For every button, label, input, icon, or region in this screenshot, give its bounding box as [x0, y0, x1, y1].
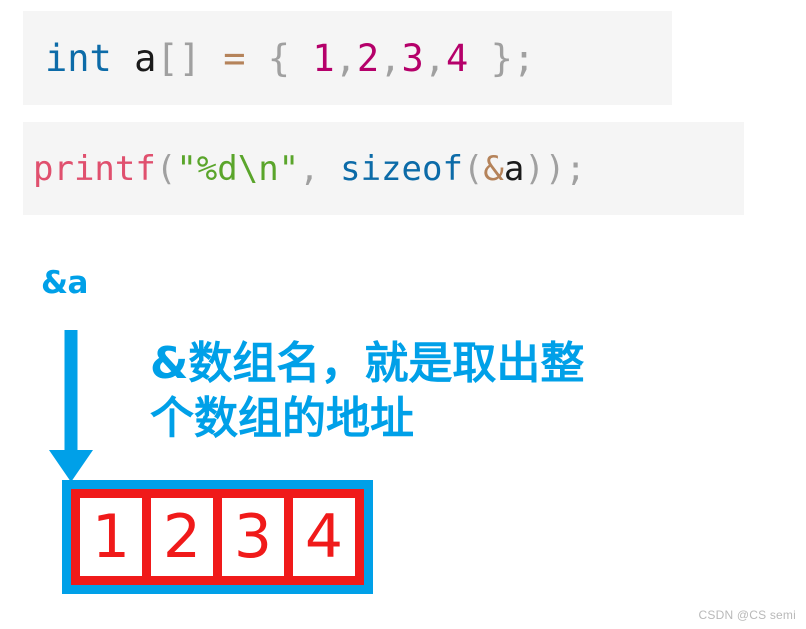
array-cell: 2 [151, 498, 222, 576]
code-token: a [134, 36, 157, 80]
annotation-note-line-1: &数组名，就是取出整 [150, 338, 585, 389]
code-token: & [483, 148, 504, 189]
code-token: 1 [312, 36, 335, 80]
annotation-note-line-2: 个数组的地址 [150, 393, 414, 445]
code-token: 2 [356, 36, 380, 80]
code-token: sizeof [340, 148, 463, 189]
annotation-note-text: &数组名，就是取出整 个数组的地址 [150, 336, 750, 447]
array-cell: 4 [293, 498, 355, 576]
code-token: = [223, 36, 246, 80]
code-token: ( [155, 148, 177, 189]
array-diagram: 1234 [62, 480, 373, 594]
code-token: "%d\n" [176, 148, 300, 189]
code-token: }; [490, 36, 536, 80]
code-token: )) [524, 148, 566, 189]
watermark-credit: CSDN @CS semi [698, 608, 796, 622]
code-token: ( [462, 148, 484, 189]
array-cell: 3 [222, 498, 293, 576]
code-block-array-declaration: int a[] = { 1,2,3,4 }; [23, 11, 672, 105]
code-token: , [379, 36, 402, 80]
code-token: , [299, 148, 320, 189]
array-cell: 1 [80, 498, 151, 576]
code-token: , [423, 36, 447, 80]
code-token: , [334, 36, 357, 80]
pointer-label-amp-a: &a [41, 265, 88, 301]
code-token: printf [33, 148, 156, 189]
code-token: int [45, 36, 112, 80]
code-token: ; [565, 148, 586, 189]
code-token: 4 [446, 36, 469, 80]
code-line-1: int a[] = { 1,2,3,4 }; [45, 37, 535, 80]
code-block-printf-sizeof: printf("%d\n", sizeof(&a)); [23, 122, 744, 215]
array-cell-row: 1234 [71, 489, 364, 585]
down-arrow-icon [44, 330, 98, 485]
code-token: { [267, 36, 291, 80]
code-line-2: printf("%d\n", sizeof(&a)); [33, 149, 586, 189]
code-token: a [503, 148, 525, 189]
code-token: [] [156, 36, 201, 80]
code-token: 3 [401, 36, 424, 80]
